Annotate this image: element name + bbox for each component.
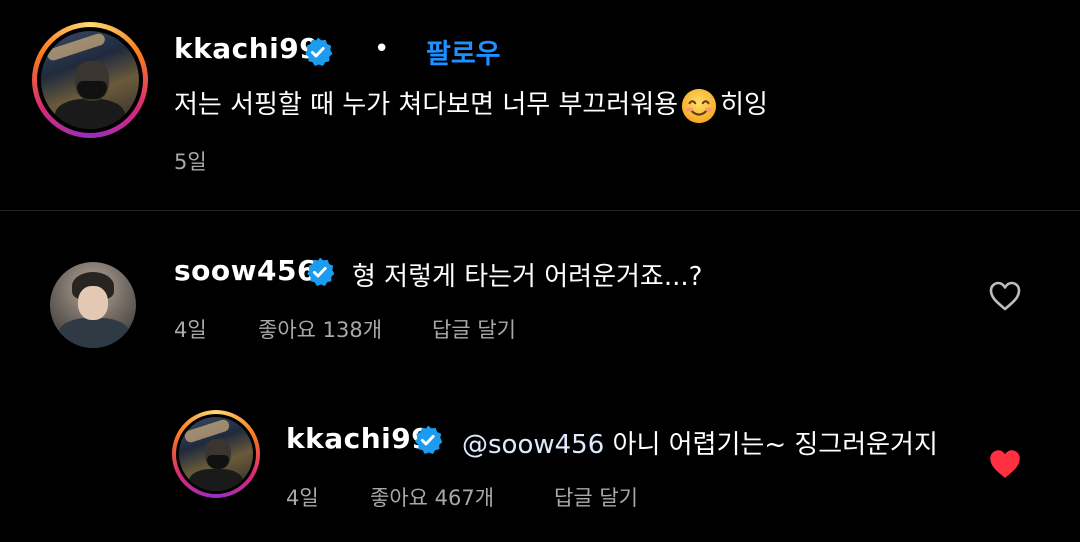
avatar-photo [179, 417, 253, 491]
comment-text: 형 저렇게 타는거 어려운거죠...? [352, 262, 703, 292]
divider [0, 210, 1080, 211]
heart-filled-icon[interactable] [988, 448, 1022, 480]
reply-timestamp: 4일 [286, 486, 319, 510]
heart-outline-icon[interactable] [988, 280, 1022, 312]
comment-username[interactable]: soow456 [174, 254, 317, 287]
post-author-username[interactable]: kkachi99 [174, 32, 319, 65]
smiling-face-emoji-icon [681, 88, 717, 123]
caption-text: 저는 서핑할 때 누가 쳐다보면 너무 부끄러워용 히잉 [174, 84, 768, 125]
commenter-avatar[interactable] [50, 262, 136, 348]
avatar-photo [41, 31, 139, 129]
post-caption: kkachi99 • 팔로우 저는 서핑할 때 누가 쳐다보면 너무 부끄러워용… [0, 0, 1080, 210]
reply-reply-button[interactable]: 답글 달기 [554, 482, 638, 512]
caption-text-tail: 히잉 [720, 90, 768, 120]
comment-like-count[interactable]: 좋아요 138개 [258, 314, 382, 344]
reply-text-body: 아니 어렵기는~ 징그러운거지 [604, 430, 938, 460]
verified-badge-icon [415, 425, 443, 454]
comment-timestamp: 4일 [174, 318, 207, 342]
comment-reply-button[interactable]: 답글 달기 [432, 314, 516, 344]
reply-like-count[interactable]: 좋아요 467개 [370, 482, 494, 512]
post-author-avatar[interactable] [32, 22, 148, 138]
reply-author-avatar[interactable] [172, 410, 260, 498]
follow-button[interactable]: 팔로우 [426, 32, 501, 71]
caption-text-main: 저는 서핑할 때 누가 쳐다보면 너무 부끄러워용 [174, 90, 679, 120]
reply-username[interactable]: kkachi99 [286, 422, 431, 455]
separator-dot: • [374, 34, 390, 64]
verified-badge-icon [305, 37, 333, 66]
verified-badge-icon [307, 257, 335, 286]
mention-link[interactable]: @soow456 [462, 430, 604, 460]
reply-text: @soow456 아니 어렵기는~ 징그러운거지 [462, 424, 938, 461]
caption-timestamp: 5일 [174, 150, 207, 174]
